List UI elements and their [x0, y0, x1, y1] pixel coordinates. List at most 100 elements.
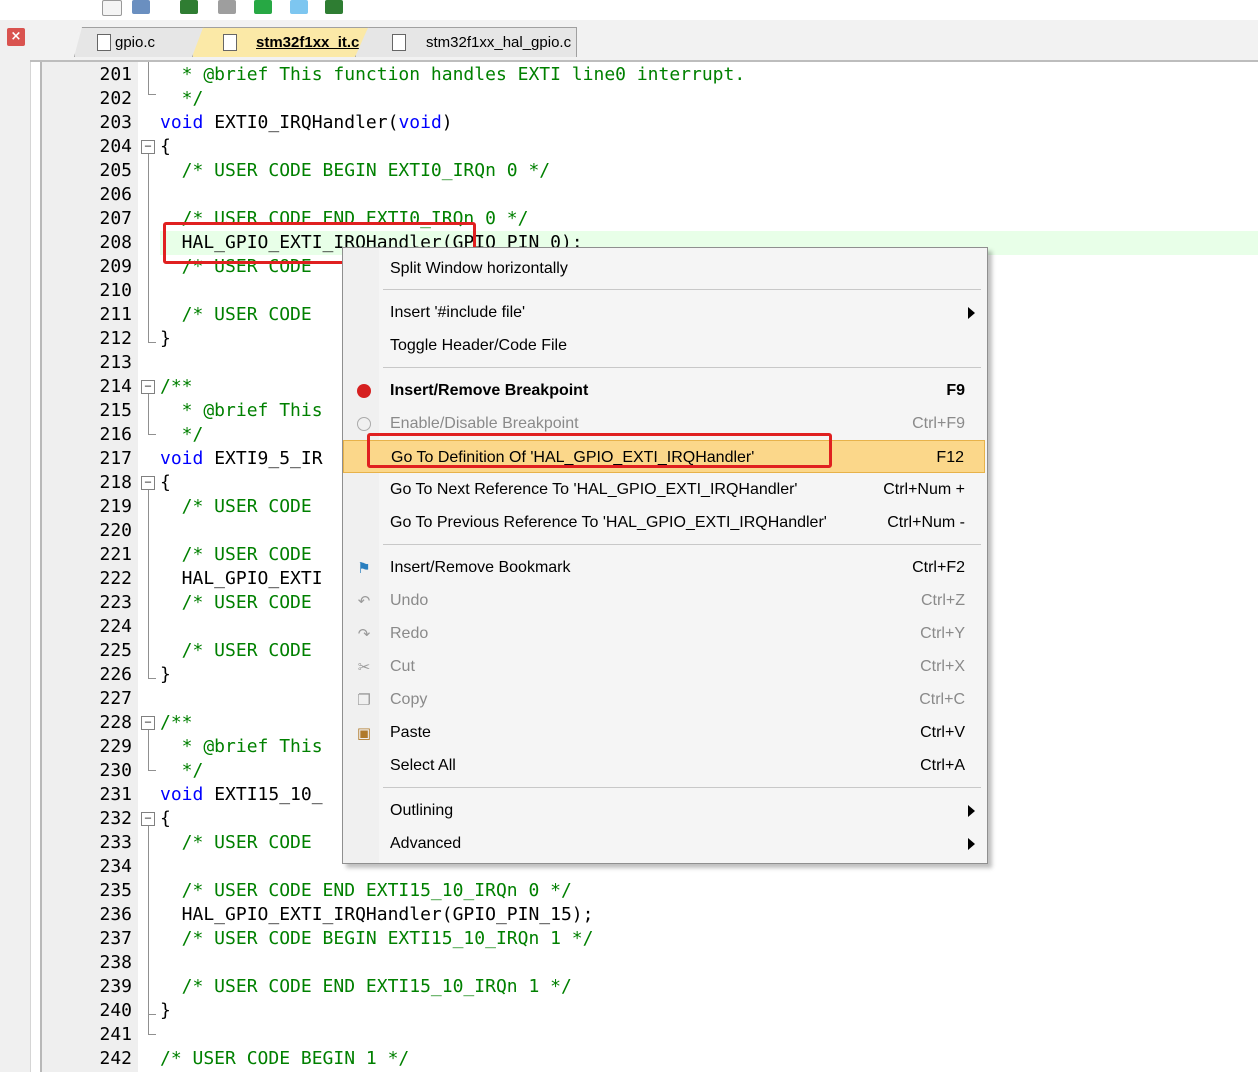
menu-item-toggle-header[interactable]: Toggle Header/Code File — [343, 329, 985, 362]
undo-icon: ↶ — [357, 592, 371, 610]
line-number: 236 — [99, 904, 132, 925]
fold-end — [148, 94, 156, 95]
code-line[interactable]: } — [160, 327, 171, 351]
file-icon — [392, 34, 406, 51]
fold-line — [148, 490, 149, 678]
line-number: 223 — [99, 592, 132, 613]
code-line[interactable]: void EXTI9_5_IR — [160, 447, 323, 471]
left-panel-strip — [0, 20, 31, 1072]
code-line[interactable]: * @brief This function handles EXTI line… — [160, 63, 746, 87]
code-line[interactable]: /* USER CODE — [160, 639, 312, 663]
menu-item-insert-include[interactable]: Insert '#include file' — [343, 296, 985, 329]
toolbar-network-icon[interactable] — [132, 0, 150, 14]
line-number: 214 — [99, 376, 132, 397]
code-line[interactable]: /* USER CODE BEGIN EXTI0_IRQn 0 */ — [160, 159, 550, 183]
line-number: 205 — [99, 160, 132, 181]
fold-toggle-icon[interactable]: − — [141, 476, 155, 490]
toolbar-print-icon[interactable] — [218, 0, 236, 14]
menu-item-bookmark[interactable]: ⚑ Insert/Remove Bookmark Ctrl+F2 — [343, 551, 985, 584]
menu-separator — [383, 787, 981, 788]
code-line[interactable]: } — [160, 663, 171, 687]
fold-end — [148, 434, 156, 435]
menu-item-label: Undo — [390, 592, 429, 609]
menu-item-paste[interactable]: ▣ Paste Ctrl+V — [343, 716, 985, 749]
menu-item-select-all[interactable]: Select All Ctrl+A — [343, 749, 985, 782]
code-line[interactable]: /* USER CODE END EXTI15_10_IRQn 0 */ — [160, 879, 572, 903]
menu-item-previous-reference[interactable]: Go To Previous Reference To 'HAL_GPIO_EX… — [343, 506, 985, 539]
menu-item-insert-breakpoint[interactable]: Insert/Remove Breakpoint F9 — [343, 374, 985, 407]
menu-item-redo[interactable]: ↷ Redo Ctrl+Y — [343, 617, 985, 650]
code-line[interactable]: HAL_GPIO_EXTI_IRQHandler(GPIO_PIN_15); — [160, 903, 594, 927]
toolbar-gem-blue-icon[interactable] — [290, 0, 308, 14]
tab-label: gpio.c — [115, 34, 156, 51]
menu-item-shortcut: Ctrl+A — [920, 757, 965, 774]
code-line[interactable]: /* USER CODE — [160, 303, 312, 327]
menu-item-cut[interactable]: ✂ Cut Ctrl+X — [343, 650, 985, 683]
fold-toggle-icon[interactable]: − — [141, 140, 155, 154]
line-number: 239 — [99, 976, 132, 997]
code-line[interactable]: /** — [160, 711, 193, 735]
submenu-arrow-icon — [968, 307, 975, 319]
menu-item-next-reference[interactable]: Go To Next Reference To 'HAL_GPIO_EXTI_I… — [343, 473, 985, 506]
code-line[interactable]: /* USER CODE — [160, 831, 312, 855]
menu-item-outlining[interactable]: Outlining — [343, 794, 985, 827]
tab-gpio-c[interactable]: gpio.c — [74, 27, 208, 57]
code-line[interactable]: /* USER CODE — [160, 591, 312, 615]
menu-item-label: Paste — [390, 724, 431, 741]
redo-icon: ↷ — [357, 625, 371, 643]
menu-item-copy[interactable]: ❐ Copy Ctrl+C — [343, 683, 985, 716]
code-line[interactable]: * @brief This — [160, 735, 323, 759]
menu-item-shortcut: Ctrl+F9 — [912, 415, 965, 432]
code-line[interactable]: /* USER CODE — [160, 495, 312, 519]
submenu-arrow-icon — [968, 838, 975, 850]
code-line[interactable]: * @brief This — [160, 399, 323, 423]
menu-item-split-window[interactable]: Split Window horizontally — [343, 252, 985, 285]
line-number: 227 — [99, 688, 132, 709]
code-line[interactable]: HAL_GPIO_EXTI — [160, 567, 323, 591]
code-line[interactable]: } — [160, 999, 171, 1023]
line-number: 219 — [99, 496, 132, 517]
tab-stm32f1xx-it-c[interactable]: stm32f1xx_it.c — [192, 27, 380, 57]
code-line[interactable]: /** — [160, 375, 193, 399]
code-line[interactable]: /* USER CODE — [160, 543, 312, 567]
line-number: 204 — [99, 136, 132, 157]
tab-stm32f1xx-hal-gpio-c[interactable]: stm32f1xx_hal_gpio.c — [355, 27, 577, 57]
menu-item-shortcut: Ctrl+Num + — [883, 481, 965, 498]
line-number: 217 — [99, 448, 132, 469]
file-icon — [97, 34, 111, 51]
menu-item-shortcut: Ctrl+Y — [920, 625, 965, 642]
code-line[interactable]: { — [160, 135, 171, 159]
fold-toggle-icon[interactable]: − — [141, 812, 155, 826]
scissors-icon: ✂ — [357, 658, 371, 676]
fold-toggle-icon[interactable]: − — [141, 716, 155, 730]
menu-item-label: Copy — [390, 691, 428, 708]
code-line[interactable]: { — [160, 807, 171, 831]
code-line[interactable]: */ — [160, 759, 204, 783]
code-line[interactable]: */ — [160, 423, 204, 447]
toolbar-window-icon[interactable] — [180, 0, 198, 14]
code-line[interactable]: void EXTI15_10_ — [160, 783, 323, 807]
menu-item-undo[interactable]: ↶ Undo Ctrl+Z — [343, 584, 985, 617]
menu-separator — [383, 289, 981, 290]
menu-item-shortcut: Ctrl+V — [920, 724, 965, 741]
line-number: 211 — [99, 304, 132, 325]
fold-toggle-icon[interactable]: − — [141, 380, 155, 394]
code-line[interactable]: /* USER CODE BEGIN EXTI15_10_IRQn 1 */ — [160, 927, 594, 951]
code-line[interactable]: /* USER CODE END EXTI15_10_IRQn 1 */ — [160, 975, 572, 999]
line-number: 207 — [99, 208, 132, 229]
code-line[interactable]: /* USER CODE BEGIN 1 */ — [160, 1047, 409, 1071]
code-line[interactable]: void EXTI0_IRQHandler(void) — [160, 111, 453, 135]
menu-item-label: Select All — [390, 757, 456, 774]
code-line[interactable]: { — [160, 471, 171, 495]
line-number: 212 — [99, 328, 132, 349]
menu-item-label: Split Window horizontally — [390, 260, 568, 277]
code-line[interactable]: */ — [160, 87, 204, 111]
line-number: 242 — [99, 1048, 132, 1069]
toolbar-check-icon[interactable] — [325, 0, 343, 14]
menu-item-advanced[interactable]: Advanced — [343, 827, 985, 860]
toolbar-gem-green-icon[interactable] — [254, 0, 272, 14]
toolbar-dropdown-icon[interactable] — [102, 0, 122, 16]
fold-line — [148, 394, 149, 434]
line-number: 237 — [99, 928, 132, 949]
close-icon[interactable]: × — [7, 28, 25, 46]
